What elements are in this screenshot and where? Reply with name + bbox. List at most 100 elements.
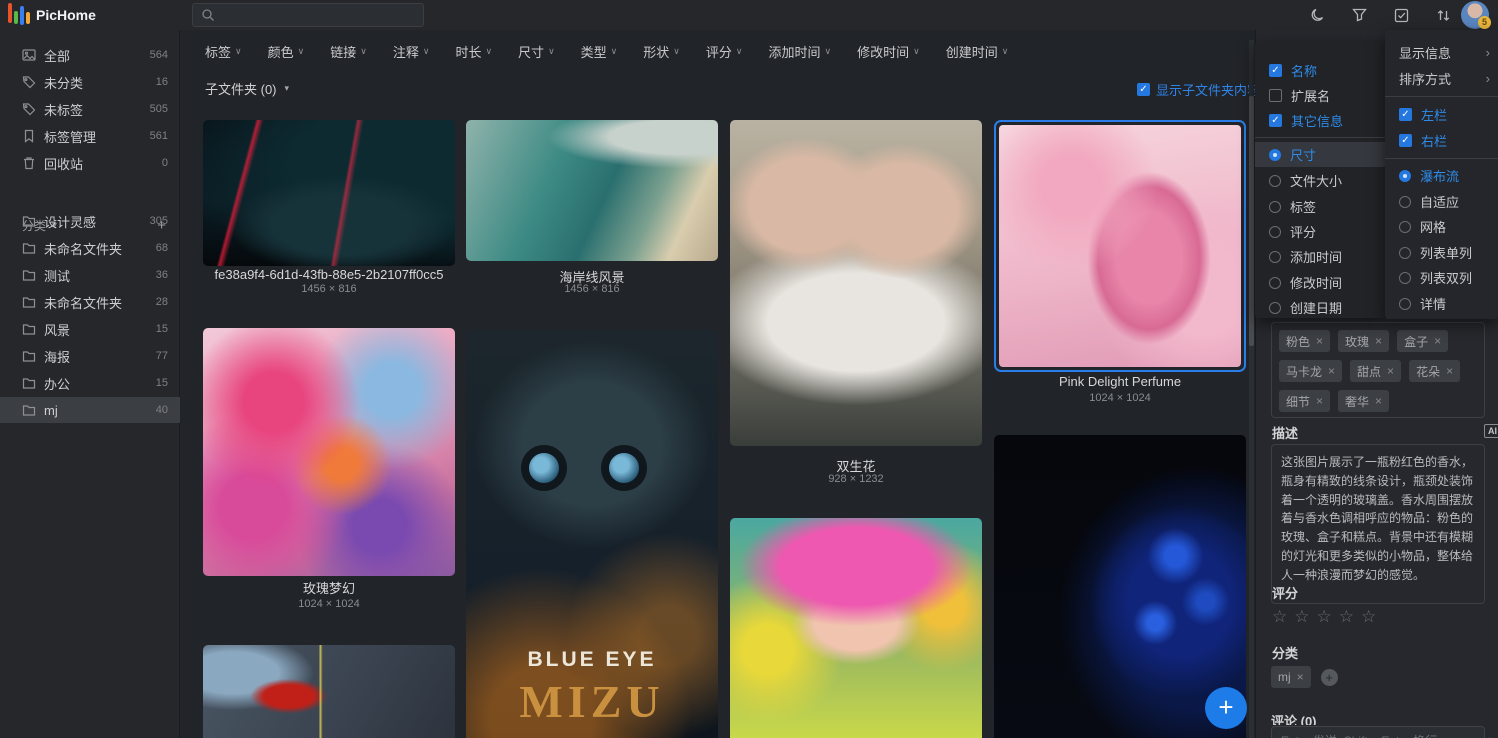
photo-thumbnail-rose[interactable] <box>203 328 455 576</box>
remove-tag-icon[interactable]: × <box>1328 364 1335 378</box>
tag-pill[interactable]: 细节× <box>1279 390 1330 412</box>
show-subfolder-content-checkbox[interactable]: ✓ 显示子文件夹内容 <box>1137 80 1260 99</box>
menu-display-info[interactable]: 显示信息 › <box>1385 40 1498 65</box>
sidebar-folder-poster[interactable]: 海报 77 <box>0 343 180 369</box>
tag-label: 盒子 <box>1404 333 1428 350</box>
tag-pill[interactable]: 粉色× <box>1279 330 1330 352</box>
menu-check-right-column[interactable]: ✓ 右栏 <box>1385 128 1498 153</box>
photo-thumbnail-perfume[interactable] <box>999 125 1241 367</box>
filter-type[interactable]: 类型∨ <box>581 42 618 61</box>
sidebar-item-tag-manager[interactable]: 标签管理 561 <box>0 123 180 149</box>
tag-pill[interactable]: 盒子 × <box>1397 330 1448 352</box>
menu-option-added-time[interactable]: 添加时间 <box>1255 244 1385 269</box>
sidebar-folder-test[interactable]: 测试 36 <box>0 262 180 288</box>
search-input[interactable] <box>192 3 424 27</box>
pichome-logo-icon[interactable] <box>8 3 32 27</box>
star-empty-icon[interactable]: ☆ <box>1294 607 1309 627</box>
menu-option-tags[interactable]: 标签 <box>1255 194 1385 219</box>
filter-modified-time[interactable]: 修改时间∨ <box>857 42 920 61</box>
sidebar-item-untagged[interactable]: 未标签 505 <box>0 96 180 122</box>
remove-tag-icon[interactable]: × <box>1446 364 1453 378</box>
menu-check-other-info[interactable]: ✓ 其它信息 <box>1255 108 1385 133</box>
photo-thumbnail-twins[interactable] <box>730 120 982 446</box>
menu-option-rating[interactable]: 评分 <box>1255 219 1385 244</box>
tag-pill[interactable]: 玫瑰× <box>1338 330 1389 352</box>
filter-shape[interactable]: 形状∨ <box>643 42 680 61</box>
filter-duration[interactable]: 时长∨ <box>455 42 492 61</box>
menu-option-created-date[interactable]: 创建日期 <box>1255 295 1385 320</box>
rating-stars[interactable]: ☆ ☆ ☆ ☆ ☆ <box>1272 607 1376 627</box>
filter-note[interactable]: 注释∨ <box>393 42 430 61</box>
remove-tag-icon[interactable]: × <box>1316 334 1323 348</box>
filter-size[interactable]: 尺寸∨ <box>518 42 555 61</box>
menu-layout-adaptive[interactable]: 自适应 <box>1385 189 1498 214</box>
add-category-circle-button[interactable]: + <box>1321 669 1338 686</box>
filter-color[interactable]: 颜色∨ <box>268 42 305 61</box>
menu-option-filesize[interactable]: 文件大小 <box>1255 168 1385 193</box>
category-pill[interactable]: mj× <box>1271 666 1311 688</box>
menu-layout-grid[interactable]: 网格 <box>1385 214 1498 239</box>
photo-thumbnail-mizu-poster[interactable]: BLUE EYE MIZU <box>466 330 718 738</box>
star-empty-icon[interactable]: ☆ <box>1339 607 1354 627</box>
star-empty-icon[interactable]: ☆ <box>1361 607 1376 627</box>
menu-layout-list-double[interactable]: 列表双列 <box>1385 265 1498 290</box>
menu-check-left-column[interactable]: ✓ 左栏 <box>1385 102 1498 127</box>
filter-tags[interactable]: 标签∨ <box>205 42 242 61</box>
filter-link[interactable]: 链接∨ <box>330 42 367 61</box>
remove-tag-icon[interactable]: × <box>1316 394 1323 408</box>
filter-icon[interactable] <box>1350 6 1368 24</box>
sidebar-folder-office[interactable]: 办公 15 <box>0 370 180 396</box>
menu-check-extension[interactable]: 扩展名 <box>1255 83 1385 108</box>
sort-icon[interactable] <box>1434 6 1452 24</box>
tags-field[interactable]: 粉色× 玫瑰× 盒子 × 马卡龙× 甜点× 花朵× 细节× 奢华× <box>1271 322 1485 418</box>
folder-count: 36 <box>156 269 168 281</box>
comment-input[interactable] <box>1271 726 1485 738</box>
star-empty-icon[interactable]: ☆ <box>1317 607 1332 627</box>
photo-thumbnail-coast[interactable] <box>466 120 718 261</box>
photo-thumbnail-parking[interactable] <box>203 645 455 738</box>
filter-added-time[interactable]: 添加时间∨ <box>768 42 831 61</box>
menu-option-size[interactable]: 尺寸 <box>1255 142 1385 167</box>
photo-thumbnail-pinkhair[interactable] <box>730 518 982 738</box>
tag-pill[interactable]: 马卡龙× <box>1279 360 1342 382</box>
menu-layout-list-single[interactable]: 列表单列 <box>1385 240 1498 265</box>
sidebar-folder-mj-selected[interactable]: mj 40 <box>0 397 180 423</box>
ai-badge[interactable]: AI <box>1484 424 1498 438</box>
subfolders-toggle[interactable]: 子文件夹 (0) ▾ <box>205 79 289 98</box>
tag-pill[interactable]: 甜点× <box>1350 360 1401 382</box>
sidebar-folder-scenery[interactable]: 风景 15 <box>0 316 180 342</box>
menu-layout-detail[interactable]: 详情 <box>1385 291 1498 316</box>
selected-photo-card[interactable] <box>994 120 1246 372</box>
sidebar-folder-design[interactable]: 设计灵感 305 <box>0 208 180 234</box>
description-text[interactable]: 这张图片展示了一瓶粉红色的香水，瓶身有精致的线条设计，瓶颈处装饰着一个透明的玻璃… <box>1271 444 1485 604</box>
dark-mode-icon[interactable] <box>1308 6 1326 24</box>
menu-check-name[interactable]: ✓ 名称 <box>1255 58 1385 83</box>
tag-pill[interactable]: 花朵× <box>1409 360 1460 382</box>
menu-layout-waterfall[interactable]: 瀑布流 <box>1385 163 1498 188</box>
tag-pill[interactable]: 奢华× <box>1338 390 1389 412</box>
scrollbar-thumb[interactable] <box>1249 96 1254 346</box>
remove-tag-icon[interactable]: × <box>1375 394 1382 408</box>
photo-thumbnail-leopard[interactable] <box>994 435 1246 738</box>
star-empty-icon[interactable]: ☆ <box>1272 607 1287 627</box>
select-mode-icon[interactable] <box>1392 6 1410 24</box>
add-button-fab[interactable]: + <box>1205 687 1247 729</box>
send-icon[interactable]: ➤ <box>1488 734 1498 738</box>
sidebar-item-trash[interactable]: 回收站 0 <box>0 150 180 176</box>
filter-rating[interactable]: 评分∨ <box>706 42 743 61</box>
remove-tag-icon[interactable]: × <box>1434 334 1441 348</box>
folder-label: 海报 <box>44 347 70 366</box>
chevron-down-icon: ∨ <box>913 46 920 57</box>
remove-category-icon[interactable]: × <box>1297 670 1304 684</box>
remove-tag-icon[interactable]: × <box>1375 334 1382 348</box>
remove-tag-icon[interactable]: × <box>1387 364 1394 378</box>
sidebar-item-uncategorized[interactable]: 未分类 16 <box>0 69 180 95</box>
menu-sort-mode[interactable]: 排序方式 › <box>1385 66 1498 91</box>
menu-option-modified-time[interactable]: 修改时间 <box>1255 270 1385 295</box>
photo-thumbnail-car[interactable] <box>203 120 455 266</box>
sidebar-folder-unnamed-1[interactable]: 未命名文件夹 68 <box>0 235 180 261</box>
chevron-down-icon: ∨ <box>673 46 680 57</box>
sidebar-item-all[interactable]: 全部 564 <box>0 42 180 68</box>
sidebar-folder-unnamed-2[interactable]: 未命名文件夹 28 <box>0 289 180 315</box>
filter-created-time[interactable]: 创建时间∨ <box>946 42 1009 61</box>
